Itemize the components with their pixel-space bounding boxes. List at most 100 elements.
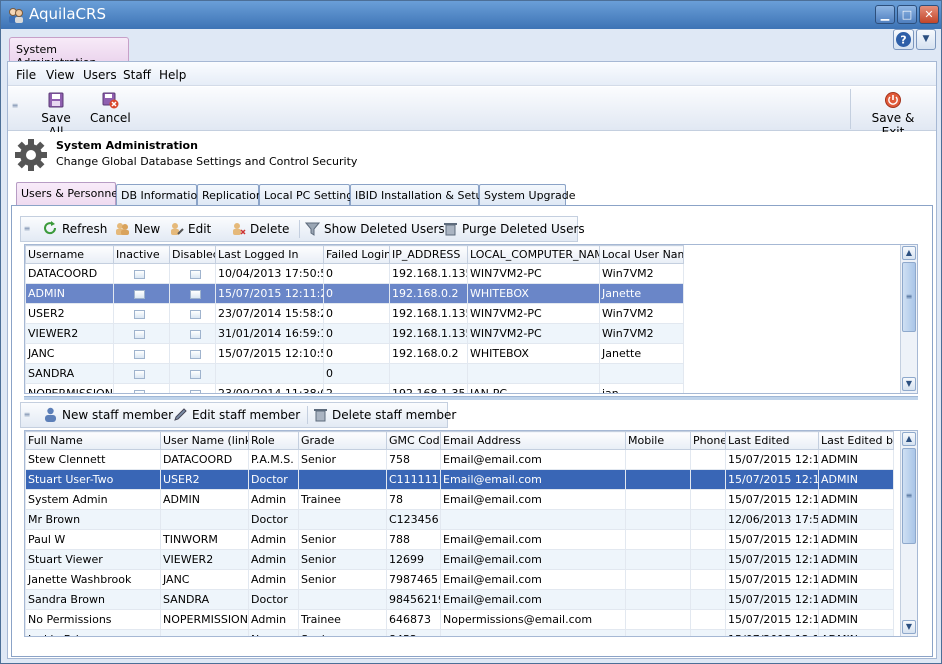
table-cell[interactable] [625,489,691,510]
new-staff-member-button[interactable]: New staff member [43,407,173,422]
table-cell[interactable]: Senior [298,529,387,550]
table-cell[interactable]: TINWORM [160,529,249,550]
checkbox[interactable] [134,329,145,339]
table-cell[interactable]: Win7VM2 [599,263,684,284]
table-row[interactable]: NOPERMISSIONS 23/09/2014 11:38:07 2 192.168… [25,383,684,393]
table-cell[interactable]: Mr Brown [25,509,161,530]
scroll-thumb[interactable]: ≡ [902,262,916,332]
tab-system-administration[interactable]: System Administration [9,37,129,69]
table-cell[interactable] [298,469,387,490]
menu-users[interactable]: Users [83,68,117,82]
users-column-header[interactable]: IP_ADDRESS [389,245,468,264]
table-cell[interactable]: 758 [386,449,441,470]
table-cell[interactable]: 0 [323,283,390,304]
table-cell[interactable]: Doctor [248,469,299,490]
table-cell[interactable]: Stuart Viewer [25,549,161,570]
table-cell[interactable]: Stuart User-Two [25,469,161,490]
staff-scrollbar[interactable]: ▲ ≡ ▼ [900,431,917,636]
table-cell[interactable]: 0 [323,323,390,344]
table-cell[interactable]: Win7VM2 [599,323,684,344]
edit-staff-member-button[interactable]: Edit staff member [173,407,300,422]
checkbox[interactable] [190,329,201,339]
table-cell[interactable]: 23/07/2014 15:58:23 [215,303,324,324]
table-cell[interactable]: 192.168.0.2 [389,283,468,304]
table-cell[interactable]: 8452 [386,629,441,636]
table-cell[interactable]: 10/04/2013 17:50:59 [215,263,324,284]
table-row[interactable]: Sandra Brown SANDRA Doctor 98456219 Email@em… [25,589,894,610]
checkbox-cell[interactable] [113,363,170,384]
table-cell[interactable]: 2 [323,383,390,393]
staff-column-header[interactable]: Grade [298,431,387,450]
table-cell[interactable]: ADMIN [818,469,894,490]
table-row[interactable]: USER2 23/07/2014 15:58:23 0 192.168.1.135 WI… [25,303,684,324]
checkbox[interactable] [190,389,201,393]
table-cell[interactable]: 15/07/2015 12:17 [725,629,819,636]
table-cell[interactable]: Nurse [248,629,299,636]
table-row[interactable]: ADMIN 15/07/2015 12:11:27 0 192.168.0.2 WHIT… [25,283,684,304]
table-cell[interactable]: 15/07/2015 12:15 [725,449,819,470]
users-column-header[interactable]: Inactive [113,245,170,264]
table-cell[interactable]: 192.168.1.135 [389,323,468,344]
staff-column-header[interactable]: Full Name [25,431,161,450]
table-cell[interactable] [690,509,726,530]
table-row[interactable]: SANDRA 0 [25,363,684,384]
table-cell[interactable]: ADMIN [818,569,894,590]
menu-file[interactable]: File [16,68,36,82]
table-cell[interactable] [625,529,691,550]
table-cell[interactable]: 31/01/2014 16:59:12 [215,323,324,344]
table-cell[interactable]: Stew Clennett [25,449,161,470]
table-cell[interactable]: JANC [160,569,249,590]
table-cell[interactable]: ADMIN [25,283,114,304]
table-cell[interactable]: ADMIN [818,449,894,470]
table-cell[interactable] [625,549,691,570]
table-row[interactable]: Stew Clennett DATACOORD P.A.M.S. Senior 758 E… [25,449,894,470]
table-cell[interactable] [625,589,691,610]
checkbox[interactable] [190,269,201,279]
toolbar-grip-icon[interactable]: ≡ [23,224,31,233]
table-cell[interactable] [389,363,468,384]
table-row[interactable]: Janette Washbrook JANC Admin Senior 7987465 E… [25,569,894,590]
table-cell[interactable] [599,363,684,384]
checkbox-cell[interactable] [169,283,216,304]
table-cell[interactable]: Senior [298,549,387,570]
table-cell[interactable]: Email@email.com [440,469,626,490]
table-cell[interactable]: Janette Washbrook [25,569,161,590]
table-cell[interactable]: Admin [248,549,299,570]
checkbox-cell[interactable] [113,343,170,364]
checkbox[interactable] [134,389,145,393]
table-row[interactable]: Stuart Viewer VIEWER2 Admin Senior 12699 Emai… [25,549,894,570]
staff-column-header[interactable]: GMC Code [386,431,441,450]
table-cell[interactable]: Email@email.com [440,589,626,610]
tab-users-personnel[interactable]: Users & Personnel [16,182,121,207]
tab-system-upgrade[interactable]: System Upgrade [479,184,576,206]
table-cell[interactable]: 192.168.0.2 [389,343,468,364]
table-cell[interactable] [440,509,626,530]
chevron-down-icon[interactable]: ▼ [916,29,936,50]
table-cell[interactable]: 15/07/2015 12:15 [725,589,819,610]
table-cell[interactable]: Janette [599,343,684,364]
table-cell[interactable]: Admin [248,489,299,510]
table-cell[interactable]: Email@email.com [440,569,626,590]
tab-local-pc-settings[interactable]: Local PC Settings [259,184,359,206]
table-cell[interactable]: ADMIN [818,509,894,530]
table-cell[interactable]: 0 [323,263,390,284]
table-cell[interactable]: Win7VM2 [599,303,684,324]
table-cell[interactable]: Trainee [298,609,387,630]
table-row[interactable]: JANC 15/07/2015 12:10:59 0 192.168.0.2 WHITE… [25,343,684,364]
checkbox-cell[interactable] [169,343,216,364]
table-row[interactable]: VIEWER2 31/01/2014 16:59:12 0 192.168.1.135… [25,323,684,344]
table-cell[interactable]: Senior [298,449,387,470]
scroll-down-icon[interactable]: ▼ [902,620,916,634]
toolbar-grip-icon[interactable]: ≡ [11,101,19,110]
table-row[interactable]: System Admin ADMIN Admin Trainee 78 Email@ema… [25,489,894,510]
table-cell[interactable]: 0 [323,343,390,364]
table-cell[interactable]: WHITEBOX [467,343,600,364]
staff-column-header[interactable]: Last Edited by [818,431,894,450]
table-cell[interactable]: WIN7VM2-PC [467,303,600,324]
table-cell[interactable]: Paul W [25,529,161,550]
table-cell[interactable]: DATACOORD [25,263,114,284]
table-cell[interactable]: USER2 [160,469,249,490]
tab-replication[interactable]: Replication [197,184,263,206]
table-cell[interactable]: WIN7VM2-PC [467,323,600,344]
checkbox-cell[interactable] [113,303,170,324]
